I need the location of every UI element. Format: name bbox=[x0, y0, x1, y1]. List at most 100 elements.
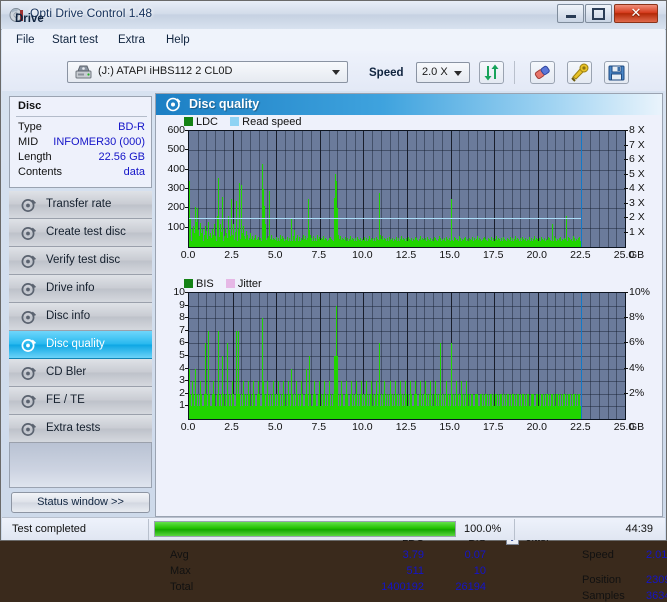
panel-header: Disc quality bbox=[156, 94, 662, 115]
minimize-button[interactable] bbox=[557, 4, 584, 23]
y-axis-tick: 4 bbox=[179, 361, 185, 374]
y2-axis-tick: 7 X bbox=[629, 138, 645, 151]
x-axis-tick: 12.5 bbox=[395, 249, 417, 261]
speed-select[interactable]: 2.0 X bbox=[416, 62, 470, 83]
grid-line bbox=[189, 318, 625, 319]
sidebar-item-create-test-disc[interactable]: Create test disc bbox=[9, 219, 152, 247]
refresh-drive-button[interactable] bbox=[479, 61, 504, 84]
disc-value-contents: data bbox=[123, 166, 145, 178]
legend-label-ldc: LDC bbox=[196, 116, 219, 128]
x-axis-tick: 22.5 bbox=[570, 249, 591, 261]
legend-label-read-speed: Read speed bbox=[242, 116, 302, 128]
status-window-button[interactable]: Status window >> bbox=[11, 492, 150, 513]
x-axis-tick: 0.0 bbox=[180, 421, 196, 433]
grid-line bbox=[189, 356, 625, 357]
grid-line bbox=[189, 208, 625, 209]
x-axis-tick: 17.5 bbox=[482, 421, 504, 433]
data-baseline bbox=[189, 243, 582, 247]
stats-label-max: Max bbox=[170, 565, 191, 577]
menu-help[interactable]: Help bbox=[160, 32, 196, 48]
grid-line bbox=[189, 306, 625, 307]
stats-avg-bis: 0.07 bbox=[464, 549, 486, 561]
data-baseline bbox=[189, 408, 582, 419]
x-axis-tick: 7.5 bbox=[311, 421, 327, 433]
menu-start-test[interactable]: Start test bbox=[46, 32, 104, 48]
tick-mark bbox=[624, 159, 628, 160]
floppy-save-icon bbox=[608, 65, 625, 81]
x-axis-tick: 2.5 bbox=[224, 421, 239, 433]
end-of-data-marker bbox=[581, 131, 582, 247]
y-axis-tick: 6 bbox=[179, 336, 185, 349]
sidebar-item-transfer-rate[interactable]: Transfer rate bbox=[9, 191, 152, 219]
drive-icon bbox=[75, 65, 92, 80]
tick-mark bbox=[624, 145, 628, 146]
disc-row-length: Length 22.56 GB bbox=[10, 151, 153, 166]
stats-label-avg: Avg bbox=[170, 549, 189, 561]
status-message: Test completed bbox=[12, 523, 86, 535]
x-axis-tick: 0.0 bbox=[180, 249, 196, 261]
sidebar-item-fe-te[interactable]: FE / TE bbox=[9, 387, 152, 415]
divider bbox=[16, 116, 147, 117]
disc-row-mid: MID INFOMER30 (000) bbox=[10, 136, 153, 151]
stats-max-bis: 10 bbox=[473, 565, 486, 577]
tick-mark bbox=[185, 380, 188, 381]
sidebar-item-drive-info[interactable]: Drive info bbox=[9, 275, 152, 303]
sidebar-item-disc-quality[interactable]: Disc quality bbox=[9, 331, 152, 359]
save-button[interactable] bbox=[604, 61, 629, 84]
disc-quality-icon bbox=[21, 337, 37, 353]
sidebar-item-extra-tests[interactable]: Extra tests bbox=[9, 415, 152, 443]
elapsed-time: 44:39 bbox=[625, 523, 653, 535]
tick-mark bbox=[624, 317, 628, 318]
y-axis-tick: 400 bbox=[167, 162, 185, 175]
close-button[interactable]: ✕ bbox=[614, 4, 658, 23]
x-axis-tick: 20.0 bbox=[526, 249, 548, 261]
maximize-button[interactable] bbox=[585, 4, 612, 23]
tick-mark bbox=[185, 130, 188, 131]
tick-mark bbox=[624, 188, 628, 189]
y-axis-tick: 600 bbox=[167, 124, 185, 136]
tick-mark bbox=[185, 317, 188, 318]
y2-axis-tick: 8 X bbox=[629, 124, 645, 136]
maximize-icon bbox=[586, 5, 611, 22]
panel-title: Disc quality bbox=[189, 97, 260, 111]
speed-label: Speed bbox=[369, 67, 404, 79]
legend-swatch-read-speed bbox=[230, 117, 240, 126]
x-axis-tick: 17.5 bbox=[482, 249, 504, 261]
tick-mark bbox=[624, 203, 628, 204]
erase-disc-button[interactable] bbox=[530, 61, 555, 84]
y2-axis-tick: 2% bbox=[629, 386, 645, 399]
drive-info-icon bbox=[21, 281, 37, 297]
grid-line bbox=[189, 381, 625, 382]
grid-line bbox=[189, 343, 625, 344]
tools-icon bbox=[571, 63, 589, 82]
speed-stat-value: 2.01 X bbox=[646, 549, 667, 561]
sidebar-item-label: Extra tests bbox=[46, 422, 101, 434]
x-axis-tick: 7.5 bbox=[311, 249, 327, 261]
sidebar-item-cd-bler[interactable]: CD Bler bbox=[9, 359, 152, 387]
x-axis-tick: 10.0 bbox=[352, 249, 373, 261]
disc-value-mid: INFOMER30 (000) bbox=[53, 136, 145, 148]
x-axis-tick: 20.0 bbox=[526, 421, 548, 433]
y-axis-tick: 100 bbox=[167, 220, 185, 233]
y2-axis-tick: 1 X bbox=[629, 225, 645, 238]
stats-label-total: Total bbox=[170, 581, 194, 593]
disc-row-contents: Contents data bbox=[10, 166, 153, 181]
sidebar-item-disc-info[interactable]: Disc info bbox=[9, 303, 152, 331]
grid-line bbox=[189, 150, 625, 151]
y-axis-tick: 3 bbox=[179, 374, 185, 387]
x-axis-tick: 2.5 bbox=[224, 249, 239, 261]
settings-button[interactable] bbox=[567, 61, 592, 84]
sidebar-item-verify-test-disc[interactable]: Verify test disc bbox=[9, 247, 152, 275]
drive-select[interactable]: (J:) ATAPI iHBS112 2 CL0D bbox=[67, 61, 348, 83]
menu-extra[interactable]: Extra bbox=[112, 32, 151, 48]
x-axis-tick: 5.0 bbox=[267, 421, 283, 433]
minimize-icon bbox=[558, 5, 583, 22]
tick-mark bbox=[185, 355, 188, 356]
y-axis-tick: 8 bbox=[179, 311, 185, 324]
progress-bar-fill bbox=[155, 522, 455, 536]
menu-file[interactable]: File bbox=[10, 32, 41, 48]
disc-check-icon bbox=[21, 253, 37, 269]
sidebar-item-label: CD Bler bbox=[46, 366, 87, 378]
y2-axis-tick: 2 X bbox=[629, 211, 645, 223]
disc-key-length: Length bbox=[18, 151, 52, 163]
